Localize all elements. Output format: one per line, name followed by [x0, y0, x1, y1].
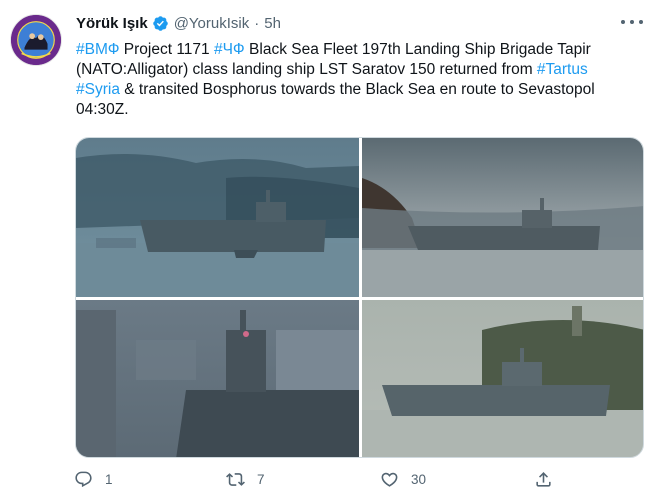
hashtag-link[interactable]: #ВМФ — [76, 41, 119, 58]
tweet-text-line: 04:30Z. — [76, 100, 646, 120]
heart-icon — [380, 470, 399, 489]
timestamp[interactable]: 5h — [264, 15, 281, 32]
reply-button[interactable]: 1 — [74, 470, 113, 489]
more-options-icon[interactable] — [621, 14, 643, 30]
share-button[interactable] — [534, 470, 553, 489]
hashtag-link[interactable]: #Syria — [76, 81, 120, 98]
like-button[interactable]: 30 — [380, 470, 426, 489]
like-count: 30 — [411, 472, 427, 487]
tweet-text-segment: Project 1171 — [119, 41, 214, 58]
author-name[interactable]: Yörük Işık — [76, 15, 148, 32]
media-grid — [75, 137, 644, 458]
reply-icon — [74, 470, 93, 489]
author-handle[interactable]: @YorukIsik — [174, 15, 250, 32]
hashtag-link[interactable]: #Tartus — [537, 61, 588, 78]
reply-count: 1 — [105, 472, 113, 487]
tweet-text-segment: & transited Bosphorus towards the Black … — [119, 81, 595, 98]
tweet-card[interactable]: Yörük Işık @YorukIsik · 5h #ВМФ Project … — [0, 0, 659, 498]
verified-badge-icon — [152, 15, 169, 32]
photo-1[interactable] — [76, 138, 359, 297]
separator-dot: · — [254, 14, 260, 32]
tweet-text-segment: Black Sea Fleet 197th Landing Ship Briga… — [244, 41, 591, 58]
tweet-text: #ВМФ Project 1171 #ЧФ Black Sea Fleet 19… — [76, 40, 646, 120]
avatar-image — [11, 15, 61, 65]
avatar[interactable] — [10, 14, 62, 66]
retweet-count: 7 — [257, 472, 265, 487]
retweet-button[interactable]: 7 — [226, 470, 265, 489]
tweet-text-line: #Syria & transited Bosphorus towards the… — [76, 80, 646, 100]
tweet-actions: 1 7 30 — [0, 470, 659, 492]
tweet-text-line: (NATO:Alligator) class landing ship LST … — [76, 60, 646, 80]
photo-4[interactable] — [362, 300, 643, 457]
photo-2[interactable] — [362, 138, 643, 297]
hashtag-link[interactable]: #ЧФ — [214, 41, 245, 58]
photo-3[interactable] — [76, 300, 359, 457]
tweet-text-segment: (NATO:Alligator) class landing ship LST … — [76, 61, 537, 78]
retweet-icon — [226, 470, 245, 489]
tweet-text-line: #ВМФ Project 1171 #ЧФ Black Sea Fleet 19… — [76, 40, 646, 60]
tweet-text-segment: 04:30Z. — [76, 101, 129, 118]
share-icon — [534, 470, 553, 489]
tweet-header: Yörük Işık @YorukIsik · 5h — [76, 12, 281, 34]
